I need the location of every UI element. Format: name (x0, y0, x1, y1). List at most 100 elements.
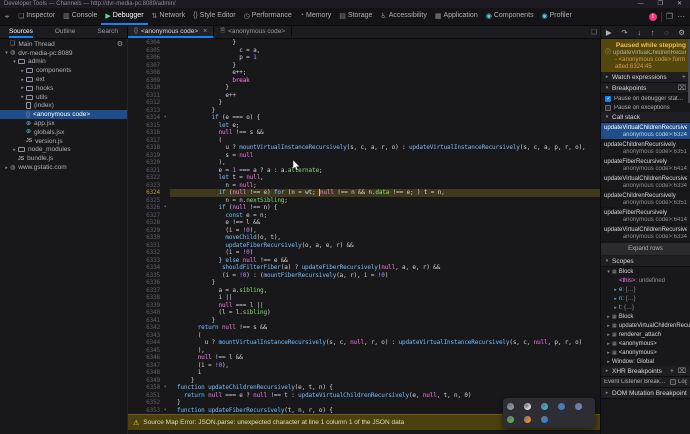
scope-row-1[interactable]: <this>: undefined (601, 276, 690, 285)
code-line-6337[interactable]: 6337 a = a.sibling, (128, 287, 600, 295)
line-number[interactable]: 6320 (128, 159, 160, 167)
scope-row-3[interactable]: ▸n: {…} (601, 294, 690, 303)
code-line-6331[interactable]: 6331 updateFiberRecursively(o, a, e, r) … (128, 242, 600, 250)
tab-memory[interactable]: ◔Memory (296, 8, 336, 25)
tray-icon-row1-2[interactable] (541, 403, 548, 410)
dom-mutation-breakpoints-header[interactable]: ▸ DOM Mutation Breakpoints (601, 388, 690, 399)
line-number[interactable]: 6317 (128, 137, 160, 145)
tree-item-node-modules[interactable]: ▸node_modules (0, 146, 127, 155)
scope-row-8[interactable]: ▸▦<anonymous> (601, 339, 690, 348)
code-line-6304[interactable]: 6304 } (128, 39, 600, 47)
breakpoint-option-0[interactable]: Pause on debugger statement (601, 94, 690, 103)
stack-frame-1[interactable]: updateChildrenRecursivelyanonymous code>… (601, 140, 690, 157)
stack-frame-6[interactable]: updateVirtualChildrenRecursivelyanonymou… (601, 225, 690, 242)
window-close-button[interactable]: ✕ (677, 0, 682, 8)
stack-frame-4[interactable]: updateChildrenRecursivelyanonymous code>… (601, 191, 690, 208)
editor-tab-1[interactable]: 🗎<anonymous code> (214, 26, 292, 38)
step-over-button[interactable]: ↷ (621, 27, 627, 38)
ignore-breakpoints-button[interactable]: ◌ (664, 27, 668, 38)
code-line-6341[interactable]: 6341 } (128, 317, 600, 325)
stack-frame-0[interactable]: updateVirtualChildrenRecursivelyanonymou… (601, 123, 690, 140)
tab-style-editor[interactable]: {}Style Editor (189, 8, 239, 25)
line-number[interactable]: 6322 (128, 174, 160, 182)
tab-application[interactable]: ▦Application (431, 8, 482, 25)
tab-performance[interactable]: ◷Performance (240, 8, 296, 25)
line-number[interactable]: 6353 (128, 407, 160, 415)
code-line-6326[interactable]: 6326▾ if (null !== n) { (128, 204, 600, 212)
code-line-6330[interactable]: 6330 moveChild(o, t), (128, 234, 600, 242)
close-tab-icon[interactable]: × (203, 28, 207, 35)
tree-item-globals-jsx[interactable]: ⊛globals.jsx (0, 128, 127, 137)
line-number[interactable]: 6348 (128, 369, 160, 377)
code-line-6332[interactable]: 6332 (i = !0) (128, 249, 600, 257)
tray-icon-row2-2[interactable] (541, 416, 548, 423)
tree-item-ext[interactable]: ▸ext (0, 75, 127, 84)
code-line-6348[interactable]: 6348 i (128, 369, 600, 377)
line-number[interactable]: 6305 (128, 47, 160, 55)
code-line-6350[interactable]: 6350▾ function updateChildrenRecursively… (128, 384, 600, 392)
scopes-header[interactable]: ▾ Scopes (601, 256, 690, 267)
code-line-6312[interactable]: 6312 } (128, 99, 600, 107)
window-maximize-button[interactable]: ❐ (658, 0, 663, 8)
scope-row-2[interactable]: ▸e: {…} (601, 285, 690, 294)
code-line-6327[interactable]: 6327 const e = n; (128, 212, 600, 220)
code-line-6328[interactable]: 6328 e !== l && (128, 219, 600, 227)
code-line-6338[interactable]: 6338 i || (128, 294, 600, 302)
line-number[interactable]: 6344 (128, 339, 160, 347)
line-number[interactable]: 6318 (128, 144, 160, 152)
code-line-6322[interactable]: 6322 let t = null, (128, 174, 600, 182)
line-number[interactable]: 6329 (128, 227, 160, 235)
line-number[interactable]: 6331 (128, 242, 160, 250)
line-number[interactable]: 6327 (128, 212, 160, 220)
line-number[interactable]: 6336 (128, 279, 160, 287)
code-line-6318[interactable]: 6318 u ? mountVirtualInstanceRecursively… (128, 144, 600, 152)
code-line-6335[interactable]: 6335 (i = !0) : (mountFiberRecursively(a… (128, 272, 600, 280)
pick-element-icon[interactable]: ⌖ (0, 8, 14, 25)
step-in-button[interactable]: ↓ (637, 27, 641, 38)
line-number[interactable]: 6337 (128, 287, 160, 295)
line-number[interactable]: 6309 (128, 77, 160, 85)
split-console-icon[interactable]: ❐ (666, 12, 673, 21)
code-line-6344[interactable]: 6344 u ? mountVirtualInstanceRecursively… (128, 339, 600, 347)
line-number[interactable]: 6313 (128, 107, 160, 115)
tray-icon-row1-1[interactable] (524, 403, 531, 410)
window-minimize-button[interactable]: — (638, 0, 644, 8)
code-line-6325[interactable]: 6325 n = n.nextSibling; (128, 197, 600, 205)
line-number[interactable]: 6326 (128, 204, 160, 212)
fold-arrow-icon[interactable]: ▾ (160, 407, 170, 415)
code-line-6321[interactable]: 6321 e = 1 === a ? a : a.alternate; (128, 167, 600, 175)
line-number[interactable]: 6334 (128, 264, 160, 272)
code-line-6319[interactable]: 6319 s = null (128, 152, 600, 160)
tray-icon-row2-0[interactable] (507, 416, 514, 423)
tray-icon-row1-0[interactable] (507, 403, 514, 410)
line-number[interactable]: 6342 (128, 324, 160, 332)
tab-network[interactable]: ⇅Network (148, 8, 190, 25)
line-number[interactable]: 6339 (128, 302, 160, 310)
tab-components[interactable]: ◉Components (482, 8, 538, 25)
line-number[interactable]: 6310 (128, 84, 160, 92)
code-line-6334[interactable]: 6334 shouldFilterFiber(a) ? updateFiberR… (128, 264, 600, 272)
code-line-6345[interactable]: 6345 ), (128, 347, 600, 355)
code-line-6317[interactable]: 6317 ( (128, 137, 600, 145)
breakpoints-header[interactable]: ▾ Breakpoints ⌧ (601, 83, 690, 94)
code-editor[interactable]: 6304 }6305 c = a,6306 p = 16307 }6308 e+… (128, 39, 600, 414)
line-number[interactable]: 6311 (128, 92, 160, 100)
checkbox[interactable] (605, 105, 611, 111)
editor-options-icon[interactable]: ❏ (588, 26, 600, 38)
tree-item-main-thread[interactable]: ❑Main Thread⚙ (0, 40, 127, 49)
tree-item-hooks[interactable]: ▸hooks (0, 84, 127, 93)
line-number[interactable]: 6340 (128, 309, 160, 317)
code-line-6333[interactable]: 6333 } else null !== e && (128, 257, 600, 265)
remove-breakpoints-icon[interactable]: ⌧ (677, 84, 687, 92)
tree-item-bundle-js[interactable]: JSbundle.js (0, 154, 127, 163)
code-line-6307[interactable]: 6307 } (128, 62, 600, 70)
tray-icon-row1-4[interactable] (575, 403, 582, 410)
code-line-6308[interactable]: 6308 e++; (128, 69, 600, 77)
code-line-6347[interactable]: 6347 (i = !0), (128, 362, 600, 370)
line-number[interactable]: 6333 (128, 257, 160, 265)
line-number[interactable]: 6306 (128, 54, 160, 62)
step-out-button[interactable]: ↑ (651, 27, 655, 38)
tray-icon-row2-1[interactable] (524, 416, 531, 423)
code-line-6310[interactable]: 6310 } (128, 84, 600, 92)
line-number[interactable]: 6351 (128, 392, 160, 400)
